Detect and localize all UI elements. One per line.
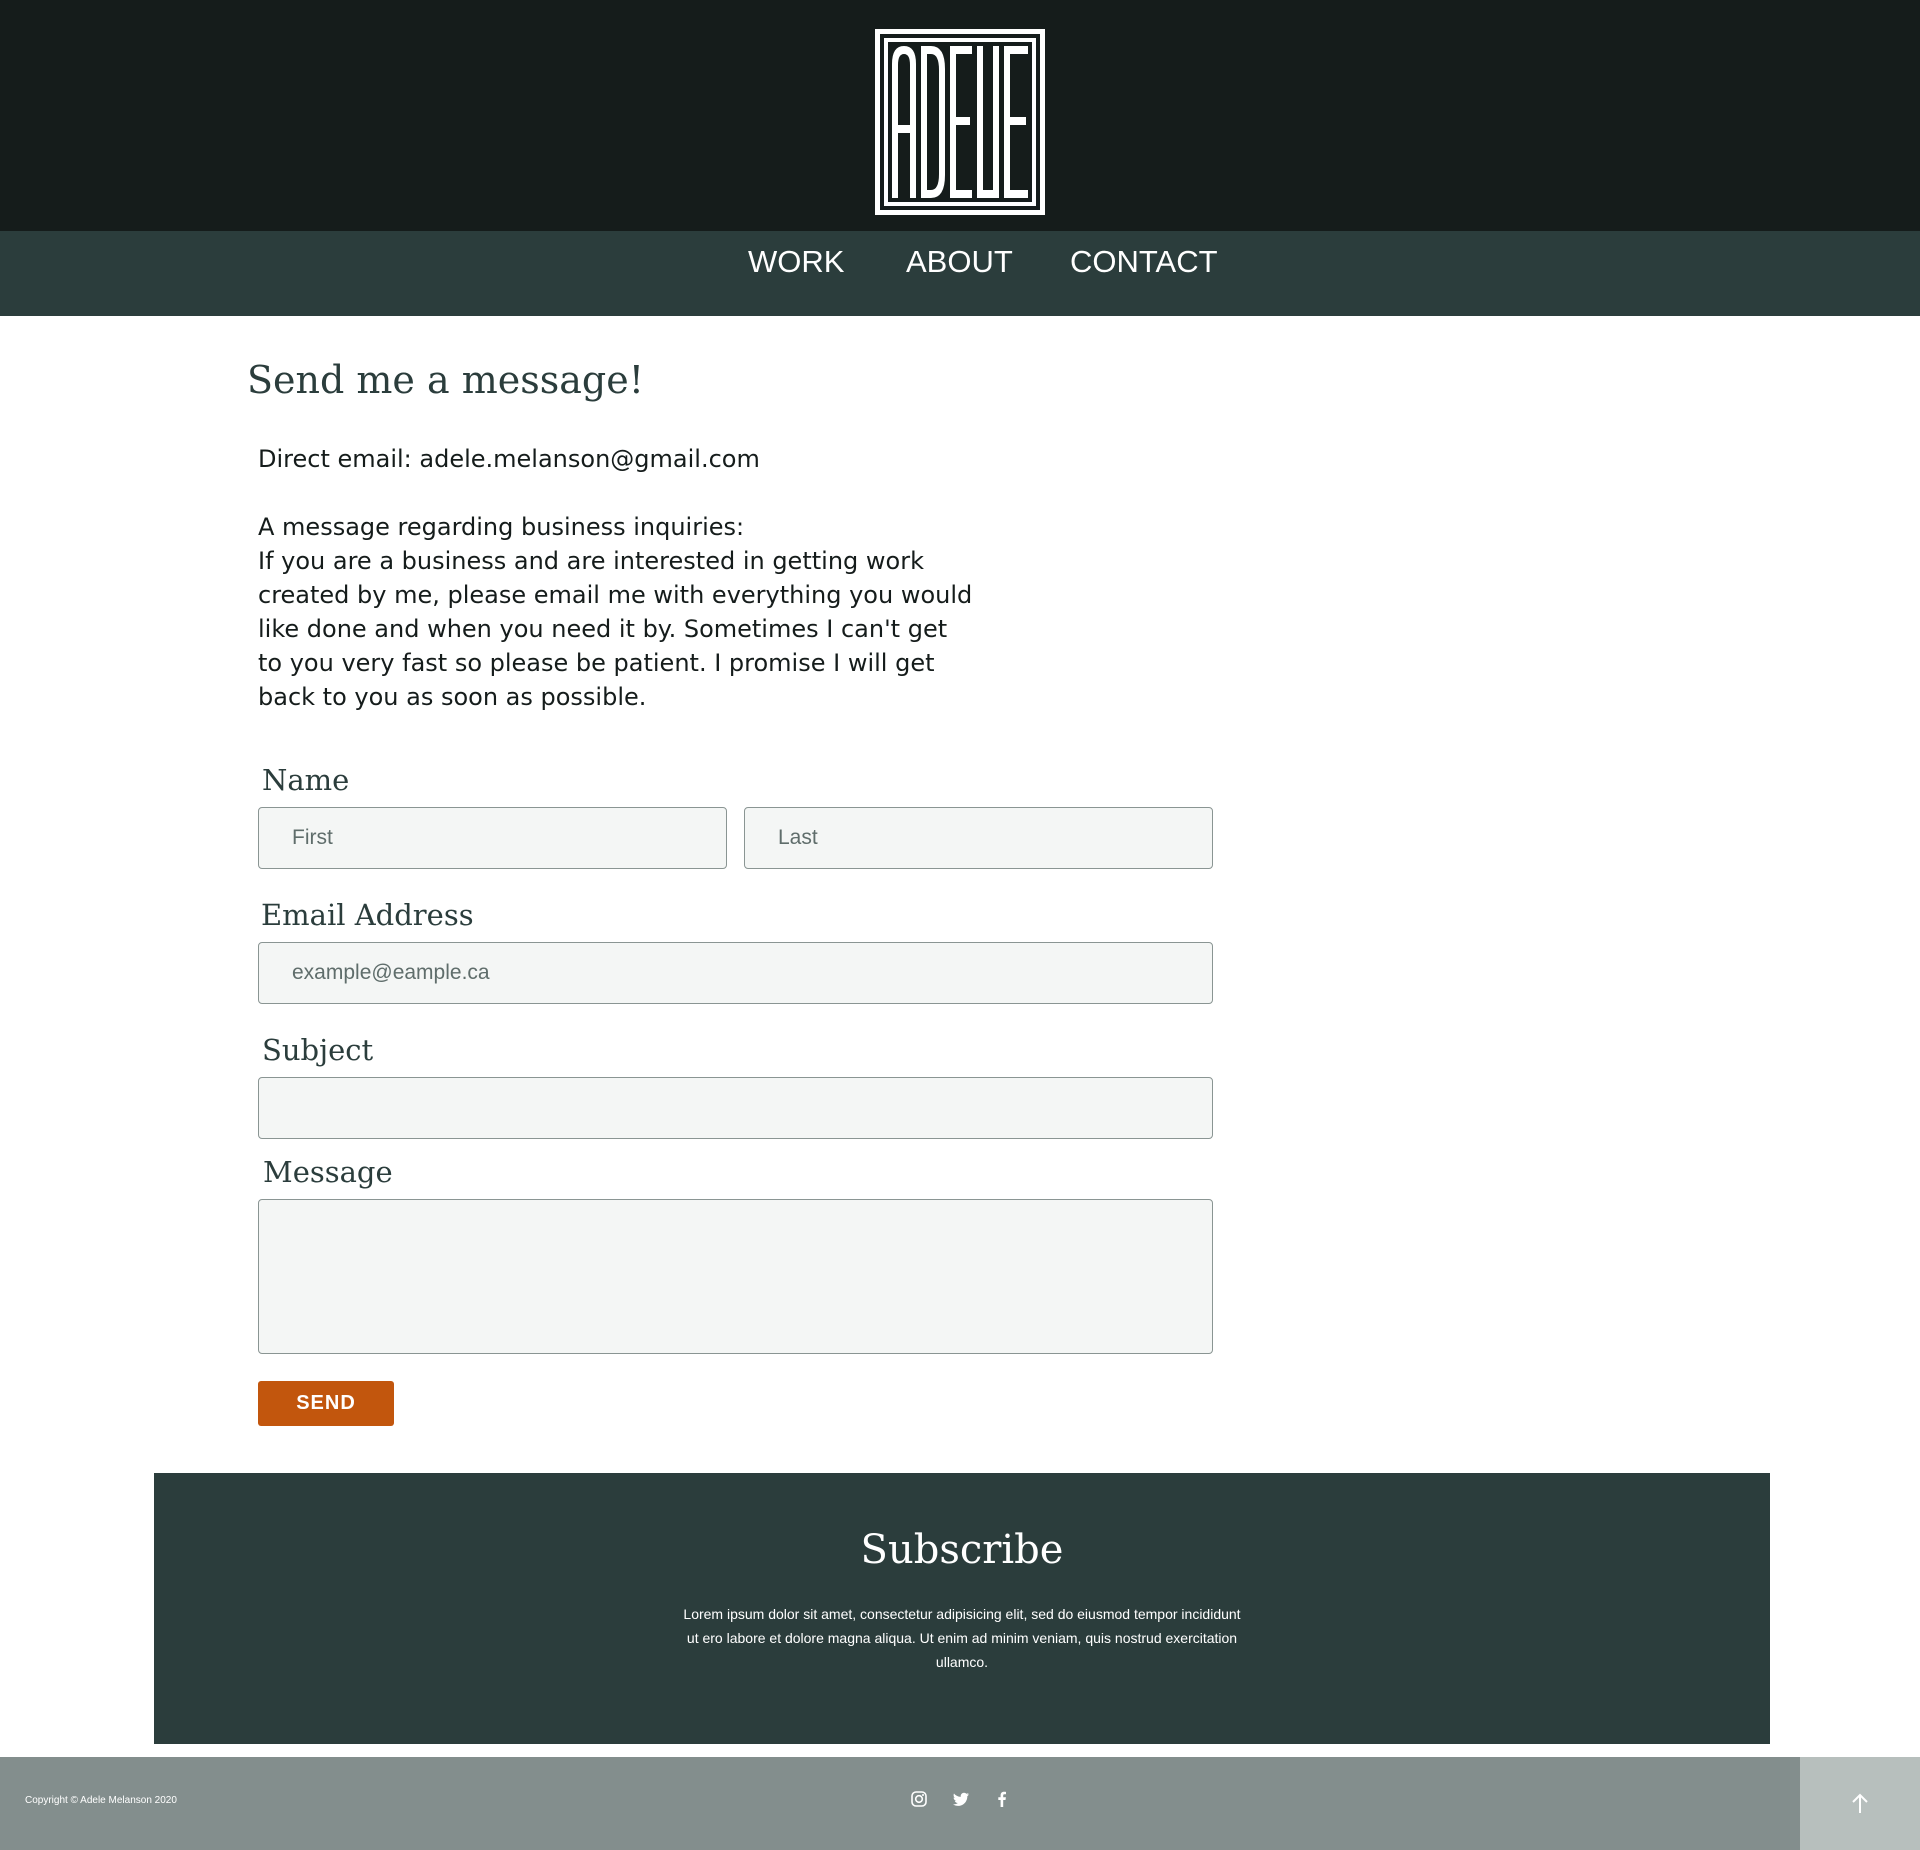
arrow-up-icon	[1852, 1793, 1868, 1813]
adele-logo[interactable]	[875, 29, 1045, 215]
send-button[interactable]: SEND	[258, 1381, 394, 1426]
instagram-icon[interactable]	[908, 1788, 930, 1810]
business-text: If you are a business and are interested…	[258, 547, 973, 711]
nav-item-about[interactable]: ABOUT	[906, 231, 1013, 293]
message-textarea[interactable]	[258, 1199, 1213, 1354]
direct-email-text: Direct email: adele.melanson@gmail.com	[258, 445, 760, 473]
email-input[interactable]	[258, 942, 1213, 1004]
back-to-top-button[interactable]	[1800, 1757, 1920, 1850]
first-name-input[interactable]	[258, 807, 727, 869]
message-label: Message	[263, 1155, 393, 1189]
site-header	[0, 0, 1920, 231]
subject-label: Subject	[262, 1033, 374, 1067]
subscribe-text: Lorem ipsum dolor sit amet, consectetur …	[683, 1606, 1241, 1670]
subscribe-section: Subscribe Lorem ipsum dolor sit amet, co…	[154, 1473, 1770, 1744]
page-title: Send me a message!	[247, 358, 644, 402]
email-label: Email Address	[261, 898, 474, 932]
twitter-icon[interactable]	[950, 1788, 972, 1810]
subject-input[interactable]	[258, 1077, 1213, 1139]
facebook-icon[interactable]	[991, 1788, 1013, 1810]
last-name-input[interactable]	[744, 807, 1213, 869]
subscribe-title: Subscribe	[860, 1527, 1064, 1573]
copyright-text: Copyright © Adele Melanson 2020	[25, 1795, 177, 1806]
site-footer: Copyright © Adele Melanson 2020	[0, 1757, 1920, 1850]
nav-item-contact[interactable]: CONTACT	[1070, 231, 1218, 293]
nav-item-work[interactable]: WORK	[748, 231, 844, 293]
contact-intro: Direct email: adele.melanson@gmail.com A…	[258, 442, 978, 714]
business-heading: A message regarding business inquiries:	[258, 513, 745, 541]
main-nav: WORK ABOUT CONTACT	[0, 231, 1920, 316]
name-label: Name	[262, 763, 350, 797]
